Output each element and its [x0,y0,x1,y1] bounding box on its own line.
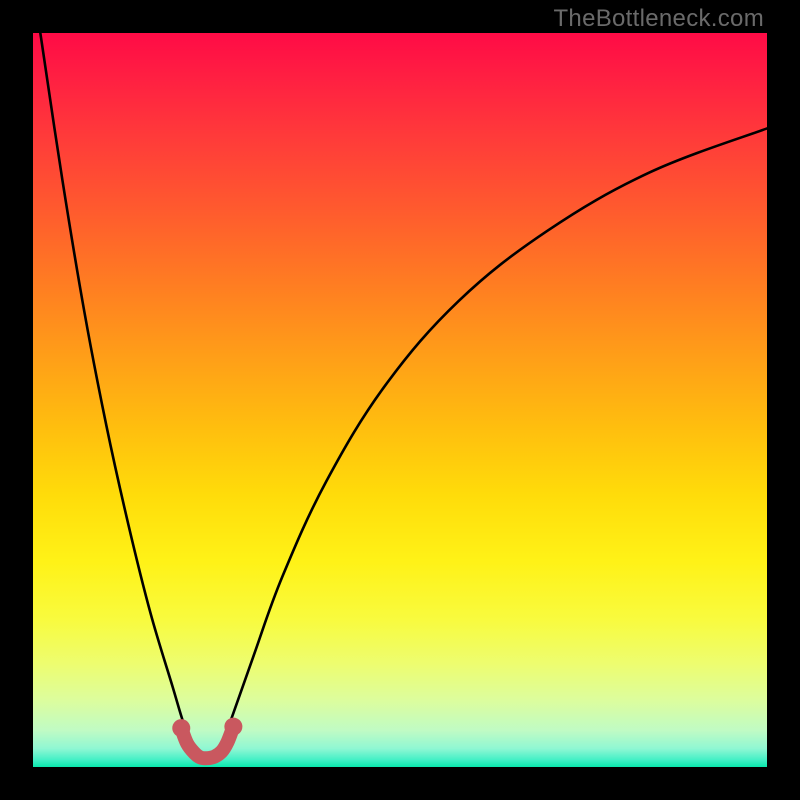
optimum-dot-right [224,718,242,736]
watermark-text: TheBottleneck.com [553,5,764,33]
curve-layer [33,33,767,767]
curve-right [220,128,767,752]
plot-area [33,33,767,767]
chart-frame: TheBottleneck.com [0,0,800,800]
optimum-dot-left [172,719,190,737]
curve-left [40,33,194,752]
